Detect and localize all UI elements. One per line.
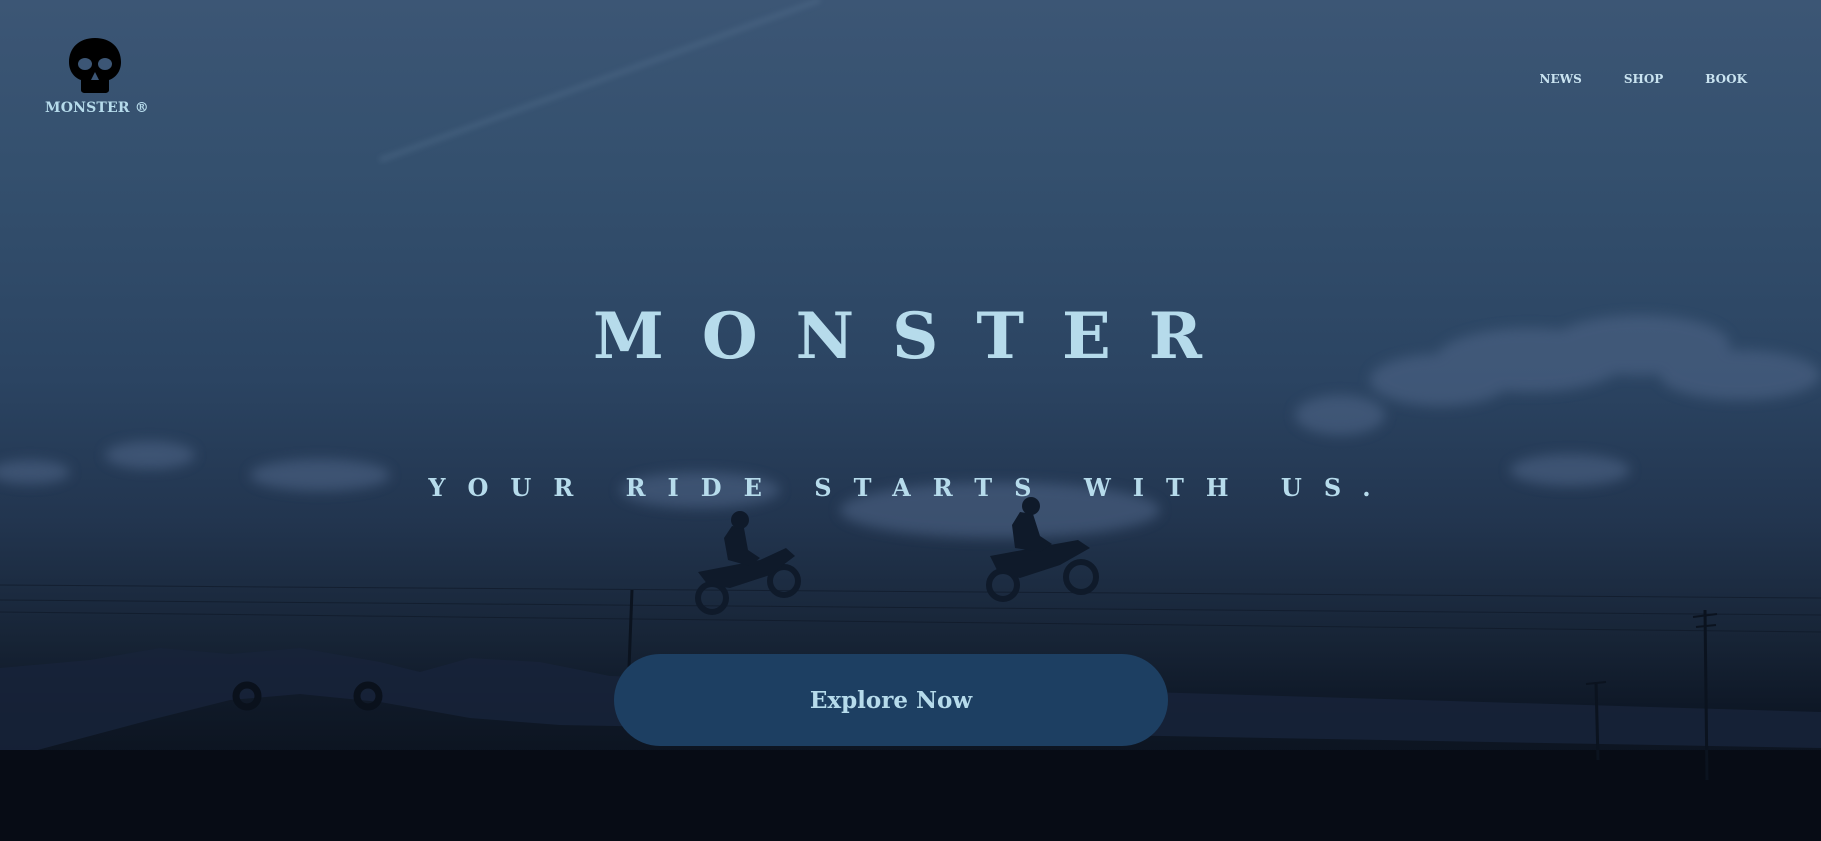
brand-name: MONSTER ® [45, 100, 149, 116]
nav-link-shop[interactable]: SHOP [1624, 72, 1663, 86]
hero-title: MONSTER [593, 299, 1240, 374]
explore-now-button[interactable]: Explore Now [614, 654, 1168, 746]
nav-link-news[interactable]: NEWS [1540, 72, 1582, 86]
hero-section: MONSTER ® NEWS SHOP BOOK MONSTER YOUR RI… [0, 0, 1821, 841]
main-nav: NEWS SHOP BOOK [1540, 72, 1747, 86]
brand-logo[interactable]: MONSTER ® [45, 36, 149, 116]
skull-icon [69, 38, 121, 93]
nav-link-book[interactable]: BOOK [1705, 72, 1747, 86]
hero-subtitle: YOUR RIDE STARTS WITH US. [428, 473, 1393, 502]
